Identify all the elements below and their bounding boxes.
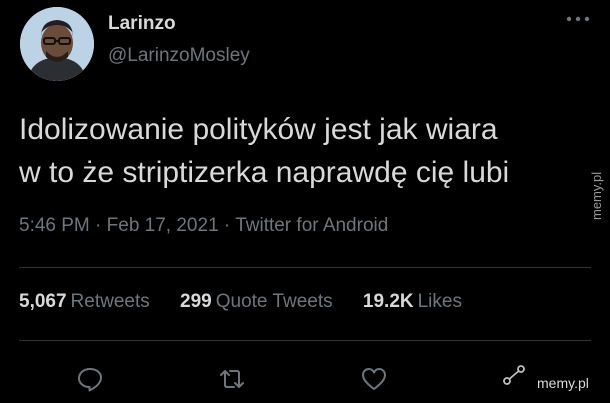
share-icon[interactable] bbox=[500, 361, 528, 389]
reply-icon[interactable] bbox=[76, 365, 104, 393]
tweet-text: Idolizowanie polityków jest jak wiara w … bbox=[19, 108, 586, 194]
quote-tweets-count: 299 bbox=[180, 291, 212, 312]
divider bbox=[19, 267, 591, 268]
quote-tweets-label: Quote Tweets bbox=[215, 291, 333, 312]
tweet-source[interactable]: Twitter for Android bbox=[235, 215, 388, 236]
retweet-icon[interactable] bbox=[218, 365, 246, 393]
heart-icon[interactable] bbox=[360, 365, 388, 393]
divider bbox=[19, 340, 591, 341]
display-name[interactable]: Larinzo bbox=[108, 13, 176, 35]
retweets-label: Retweets bbox=[70, 291, 150, 312]
quote-tweets-stat[interactable]: 299 Quote Tweets bbox=[180, 291, 333, 312]
retweets-count: 5,067 bbox=[19, 291, 67, 312]
tweet-time[interactable]: 5:46 PM bbox=[19, 215, 90, 236]
avatar-portrait-image bbox=[20, 7, 94, 81]
retweets-stat[interactable]: 5,067 Retweets bbox=[19, 291, 150, 312]
likes-count: 19.2K bbox=[362, 291, 414, 312]
meta-separator: · bbox=[89, 215, 107, 236]
avatar[interactable] bbox=[20, 7, 94, 81]
tweet-line: w to że striptizerka naprawdę cię lubi bbox=[19, 156, 510, 189]
tweet-stats: 5,067 Retweets 299 Quote Tweets 19.2K Likes bbox=[19, 291, 487, 313]
likes-label: Likes bbox=[417, 291, 462, 312]
watermark-bottom: memy.pl bbox=[537, 375, 589, 391]
watermark-side-text: memy.pl bbox=[589, 171, 604, 220]
watermark-side: memy.pl bbox=[585, 144, 609, 224]
tweet-date[interactable]: Feb 17, 2021 bbox=[107, 215, 219, 236]
meta-separator: · bbox=[218, 215, 236, 236]
tweet-line: Idolizowanie polityków jest jak wiara bbox=[19, 113, 498, 146]
username-handle[interactable]: @LarinzoMosley bbox=[108, 45, 250, 67]
likes-stat[interactable]: 19.2K Likes bbox=[363, 291, 462, 312]
more-horizontal-icon[interactable] bbox=[565, 12, 591, 26]
tweet-meta: 5:46 PM · Feb 17, 2021 · Twitter for And… bbox=[19, 215, 388, 237]
